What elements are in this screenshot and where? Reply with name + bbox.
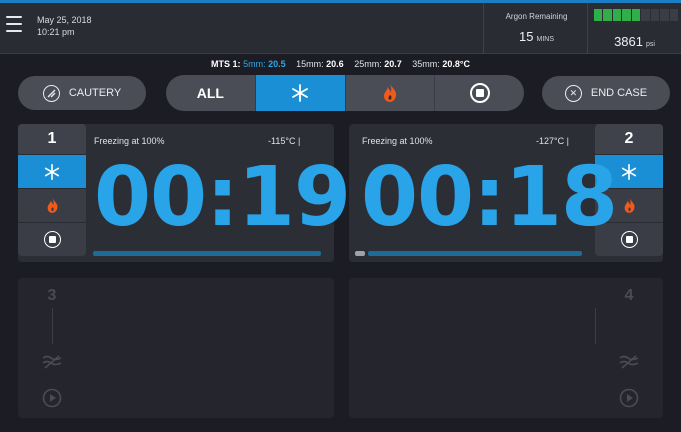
cautery-button[interactable]: CAUTERY <box>18 76 146 110</box>
probe-1-controls: 1 <box>18 124 86 256</box>
pressure-gauge-segment <box>603 9 612 21</box>
pressure-gauge-segment <box>660 9 669 21</box>
tank-pressure-panel: 3861 psi <box>588 3 681 54</box>
date-label: May 25, 2018 <box>37 15 92 25</box>
all-stop-button[interactable] <box>435 75 524 111</box>
probe-4-number: 4 <box>624 287 634 304</box>
snowflake-icon <box>44 163 60 180</box>
argon-remaining-label: Argon Remaining <box>505 12 568 21</box>
all-thaw-button[interactable] <box>346 75 436 111</box>
probe-4-divider <box>595 308 596 344</box>
stop-icon <box>620 231 638 248</box>
argon-unit: MINS <box>536 36 554 43</box>
probe-3-divider <box>52 308 53 344</box>
stop-icon <box>43 231 61 248</box>
all-freeze-button[interactable] <box>255 75 346 111</box>
pressure-gauge-segment <box>650 9 660 21</box>
thaw-icon <box>42 355 62 369</box>
stop-icon <box>469 83 490 103</box>
mts-value-5: 20.5 <box>268 59 286 69</box>
mts-readings: MTS 1: 5mm: 20.5 15mm: 20.6 25mm: 20.7 3… <box>0 59 681 69</box>
snowflake-icon <box>292 84 309 102</box>
mts-value-15: 20.6 <box>326 59 344 69</box>
probe-1-thaw-button[interactable] <box>18 188 86 222</box>
cautery-label: CAUTERY <box>68 87 122 99</box>
pressure-number: 3861 <box>614 34 643 49</box>
argon-remaining-value: 15 MINS <box>484 29 589 44</box>
mts-depth-25: 25mm: <box>354 59 382 69</box>
probe-1-number: 1 <box>18 124 86 154</box>
close-icon: ✕ <box>564 84 582 102</box>
mts-label: MTS 1: <box>211 59 241 69</box>
mts-depth-35: 35mm: <box>412 59 440 69</box>
probe-2-progress-handle[interactable] <box>355 251 365 256</box>
pressure-gauge-segment <box>631 9 641 21</box>
snowflake-icon <box>621 163 637 180</box>
end-case-button[interactable]: ✕ END CASE <box>542 76 670 110</box>
probe-1-freeze-button[interactable] <box>18 154 86 188</box>
menu-icon[interactable] <box>6 16 22 32</box>
probe-3-number: 3 <box>47 287 57 304</box>
probe-2-temp: -127°C | <box>536 136 569 146</box>
probe-1-timer: 00:19 <box>94 150 351 245</box>
pressure-gauge-segment <box>622 9 631 21</box>
probe-3-thaw-icon <box>18 354 86 370</box>
probe-4-thaw-icon <box>595 354 663 370</box>
end-case-label: END CASE <box>590 87 648 99</box>
probe-4-play-button[interactable] <box>595 388 663 408</box>
flame-icon <box>383 84 397 102</box>
argon-minutes: 15 <box>519 29 534 44</box>
pressure-gauge-segment <box>669 9 678 21</box>
time-label: 10:21 pm <box>37 27 75 37</box>
flame-icon <box>624 198 635 213</box>
pressure-gauge <box>594 9 678 21</box>
mts-value-35: 20.8°C <box>442 59 470 69</box>
pressure-value: 3861 psi <box>588 34 681 49</box>
probe-1-progress <box>93 251 321 256</box>
play-icon <box>619 388 639 408</box>
pressure-unit: psi <box>645 41 655 48</box>
probe-2-status: Freezing at 100% <box>362 136 433 146</box>
pressure-gauge-segment <box>594 9 603 21</box>
probe-2-progress <box>368 251 582 256</box>
probe-1-temp: -115°C | <box>268 136 301 146</box>
mts-depth-5: 5mm: <box>243 59 266 69</box>
thaw-icon <box>619 355 639 369</box>
probe-3-play-button[interactable] <box>18 388 86 408</box>
pressure-gauge-segment <box>641 9 650 21</box>
mts-value-25: 20.7 <box>384 59 402 69</box>
mts-depth-15: 15mm: <box>296 59 324 69</box>
all-probes-control: ALL <box>166 75 524 111</box>
play-icon <box>42 388 62 408</box>
pressure-gauge-segment <box>612 9 622 21</box>
probe-1-status: Freezing at 100% <box>94 136 165 146</box>
all-probes-label: ALL <box>166 75 256 111</box>
probe-2-timer: 00:18 <box>361 150 618 245</box>
cautery-icon <box>42 84 60 102</box>
flame-icon <box>47 198 58 213</box>
probe-1-stop-button[interactable] <box>18 222 86 256</box>
argon-remaining-panel: Argon Remaining 15 MINS <box>483 3 588 54</box>
